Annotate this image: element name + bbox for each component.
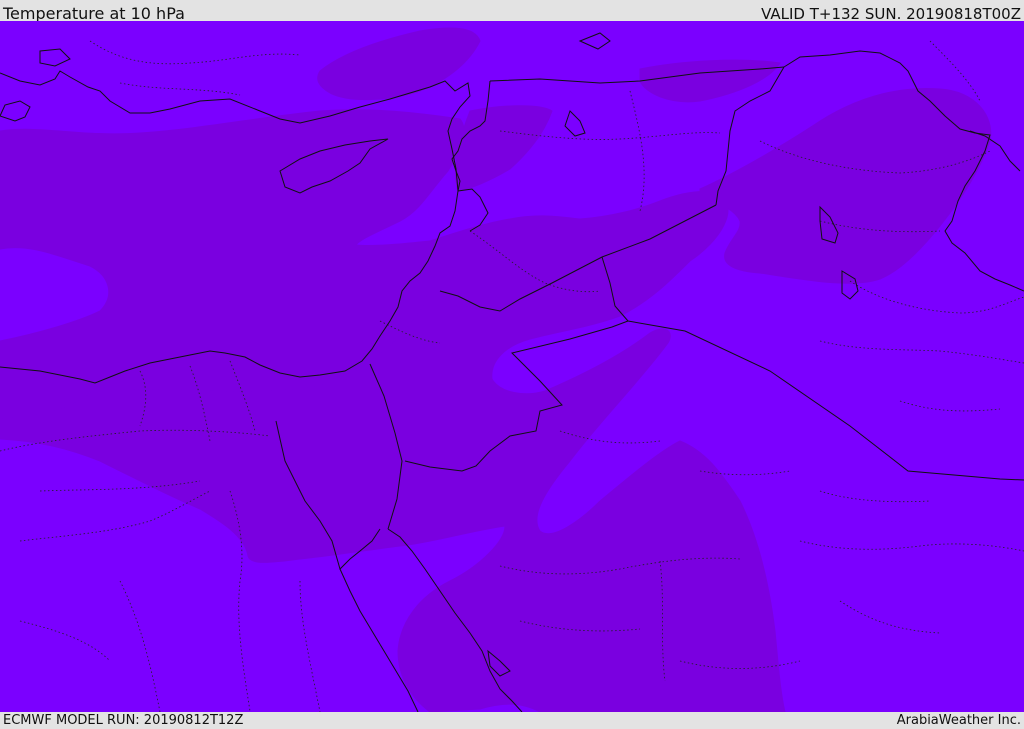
credit-label: ArabiaWeather Inc.: [896, 713, 1021, 728]
weather-map[interactable]: [0, 21, 1024, 712]
model-run-label: ECMWF MODEL RUN: 20190812T12Z: [3, 713, 244, 728]
temperature-region-central: [455, 105, 553, 192]
map-canvas: [0, 27, 1024, 712]
temperature-fill-regions: [0, 27, 992, 712]
header-bar: Temperature at 10 hPa VALID T+132 SUN. 2…: [0, 0, 1024, 23]
footer-bar: ECMWF MODEL RUN: 20190812T12Z ArabiaWeat…: [0, 712, 1024, 729]
temperature-region-north: [317, 27, 481, 100]
temperature-region-northeast: [639, 59, 781, 103]
